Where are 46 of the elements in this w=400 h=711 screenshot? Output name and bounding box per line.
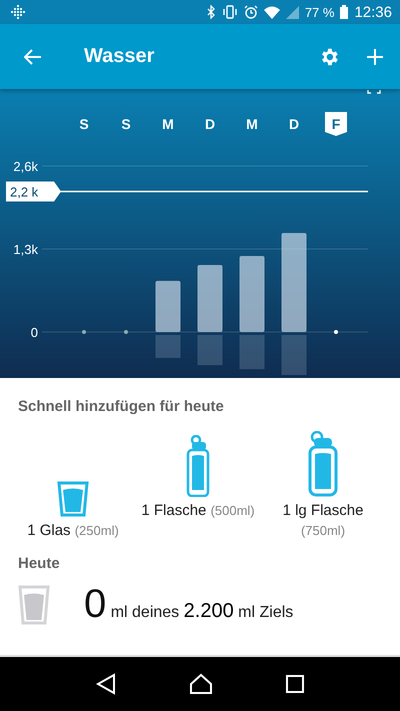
goal-tag xyxy=(6,182,61,202)
bar-reflection xyxy=(156,335,180,358)
quick-add-item[interactable]: 1 Flasche (500ml) xyxy=(128,435,268,521)
bar-reflection xyxy=(282,335,306,375)
signal-icon xyxy=(286,6,299,18)
day-label[interactable]: F xyxy=(332,116,340,132)
goal-value: 2,2 k xyxy=(10,184,38,200)
day-label[interactable]: S xyxy=(121,116,131,132)
home-icon[interactable] xyxy=(188,673,213,695)
alarm-icon xyxy=(244,5,258,19)
quick-add-item[interactable]: 1 lg Flasche (750ml) xyxy=(268,431,378,541)
day-label[interactable]: S xyxy=(79,116,89,132)
clock: 12:36 xyxy=(354,4,392,20)
fitbit-icon xyxy=(10,5,26,19)
day-label[interactable]: D xyxy=(288,116,300,132)
day-label[interactable]: M xyxy=(246,116,258,132)
bottle-icon xyxy=(308,431,338,497)
vibrate-icon xyxy=(222,5,238,19)
bottle-icon xyxy=(186,435,210,497)
battery-icon xyxy=(340,5,348,19)
bluetooth-icon xyxy=(206,5,216,19)
bar xyxy=(156,280,180,332)
bar-reflection xyxy=(198,335,222,366)
axis-label: 0 xyxy=(30,325,38,340)
bar xyxy=(198,264,222,332)
bar-reflection xyxy=(240,335,264,370)
glass-icon xyxy=(57,481,89,517)
day-label[interactable]: D xyxy=(204,116,216,132)
day-label[interactable]: M xyxy=(162,116,174,132)
back-nav-icon[interactable] xyxy=(96,673,116,695)
recents-icon[interactable] xyxy=(286,675,304,693)
axis-label: 2,6k xyxy=(13,159,38,174)
axis-label: 1,3k xyxy=(13,242,38,257)
day-highlight xyxy=(325,112,347,136)
water-intake-summary: 0 ml deines 2.200 ml Ziels xyxy=(84,582,294,627)
screen-title: Wasser xyxy=(84,45,156,68)
battery-percent: 77 % xyxy=(304,4,334,20)
zero-dot xyxy=(334,330,338,334)
empty-glass-icon xyxy=(18,584,50,624)
section-heading: Heute xyxy=(18,555,61,572)
quick-add-item[interactable]: 1 Glas (250ml) xyxy=(18,481,128,541)
expand-icon[interactable] xyxy=(367,89,381,94)
wifi-icon xyxy=(264,6,280,18)
zero-dot xyxy=(82,330,86,334)
section-heading: Schnell hinzufügen für heute xyxy=(18,398,225,415)
zero-dot xyxy=(124,330,128,334)
